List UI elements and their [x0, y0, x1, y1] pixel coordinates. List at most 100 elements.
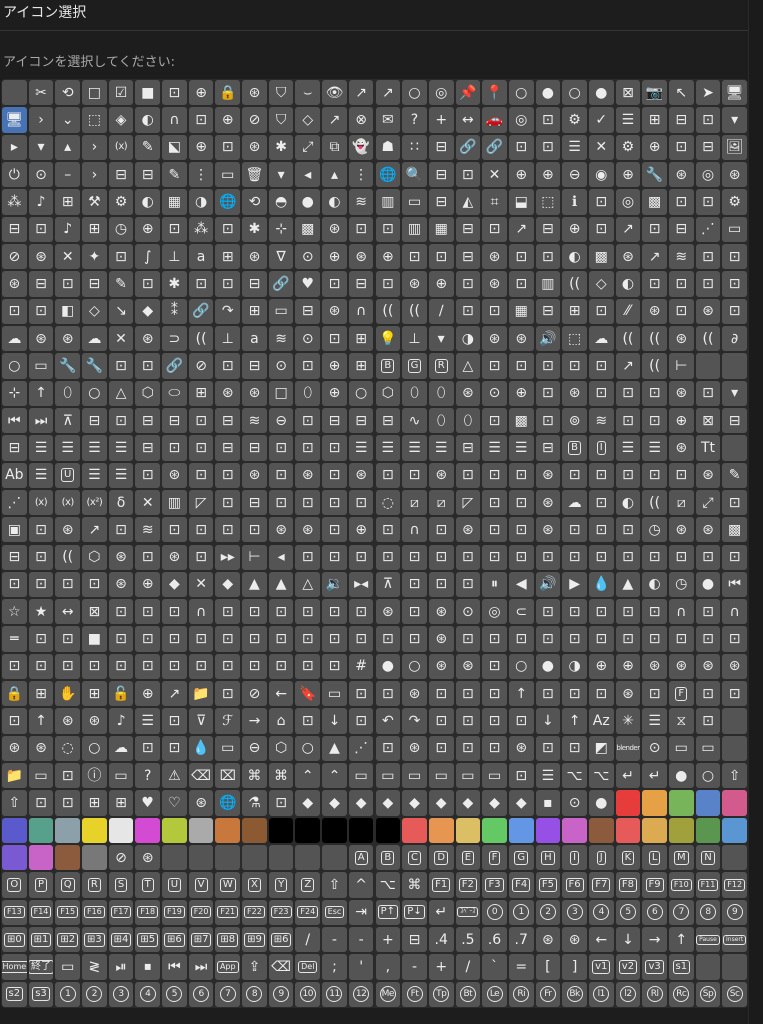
icon-cell[interactable]: ⊛: [215, 380, 241, 406]
icon-cell[interactable]: ◇: [295, 107, 321, 133]
icon-cell[interactable]: ⊡: [588, 517, 614, 543]
icon-cell[interactable]: ⊕: [535, 161, 561, 188]
icon-cell[interactable]: ⊟: [668, 107, 694, 133]
icon-cell[interactable]: ⊡: [508, 353, 534, 379]
icon-cell[interactable]: [28, 845, 54, 871]
icon-cell[interactable]: 🌐: [375, 161, 401, 188]
icon-cell[interactable]: ⊡: [508, 489, 534, 516]
icon-cell[interactable]: ⊡: [508, 243, 534, 270]
icon-cell[interactable]: ✱: [162, 271, 187, 297]
icon-cell[interactable]: ›: [82, 161, 107, 188]
icon-cell[interactable]: ^: [348, 872, 374, 898]
icon-cell[interactable]: ◌: [55, 735, 81, 762]
icon-cell[interactable]: ⌘: [268, 763, 294, 789]
icon-cell[interactable]: ▶: [562, 571, 587, 598]
icon-cell[interactable]: ⊙: [455, 599, 481, 625]
icon-cell[interactable]: ⊛: [55, 517, 81, 543]
icon-cell[interactable]: U: [162, 872, 187, 898]
icon-cell[interactable]: ⌥: [588, 763, 614, 789]
icon-cell[interactable]: ▦: [428, 216, 454, 242]
icon-cell[interactable]: ⌫: [268, 954, 294, 980]
icon-cell[interactable]: 📁: [2, 763, 27, 789]
icon-cell[interactable]: .5: [455, 927, 481, 953]
icon-cell[interactable]: ∩: [402, 517, 427, 543]
icon-cell[interactable]: ›: [82, 134, 107, 160]
icon-cell[interactable]: ⊟: [242, 353, 267, 379]
icon-cell[interactable]: 4: [135, 981, 161, 1007]
icon-cell[interactable]: ⊘: [2, 243, 27, 270]
icon-cell[interactable]: ⊛: [242, 80, 267, 106]
icon-cell[interactable]: ⊛: [108, 571, 134, 598]
icon-cell[interactable]: F18: [135, 899, 161, 926]
icon-cell[interactable]: ℱ: [215, 708, 241, 734]
icon-cell[interactable]: ⊛: [455, 517, 481, 543]
icon-cell[interactable]: ⊞9: [242, 927, 267, 953]
icon-cell[interactable]: 🗑: [242, 161, 267, 188]
icon-cell[interactable]: ⊡: [562, 353, 587, 379]
icon-cell[interactable]: ⊡: [562, 735, 587, 762]
icon-cell[interactable]: ⊞: [242, 298, 267, 324]
icon-cell[interactable]: ⬡: [375, 380, 401, 406]
icon-cell[interactable]: 📌: [455, 80, 481, 106]
icon-cell[interactable]: ⊡: [482, 407, 507, 434]
icon-cell[interactable]: ⊡: [508, 462, 534, 488]
icon-cell[interactable]: Sp: [695, 981, 721, 1007]
icon-cell[interactable]: ≷: [82, 954, 107, 980]
icon-cell[interactable]: ⬕: [162, 134, 187, 160]
icon-cell[interactable]: ⇪: [242, 954, 267, 980]
icon-cell[interactable]: ⊡: [588, 353, 614, 379]
icon-cell[interactable]: ⊡: [28, 790, 54, 816]
icon-cell[interactable]: ⊞5: [135, 927, 161, 953]
icon-cell[interactable]: W: [215, 872, 241, 898]
icon-cell[interactable]: blender: [615, 735, 641, 762]
icon-cell[interactable]: ⊞7: [188, 927, 214, 953]
icon-cell[interactable]: ⌣: [295, 80, 321, 106]
icon-cell[interactable]: ⊡: [695, 189, 721, 215]
icon-cell[interactable]: ☁: [588, 325, 614, 352]
icon-cell[interactable]: P: [28, 872, 54, 898]
icon-cell[interactable]: 6: [188, 981, 214, 1007]
icon-cell[interactable]: ∩: [668, 599, 694, 625]
icon-cell[interactable]: ▭: [482, 763, 507, 789]
icon-cell[interactable]: ⊡: [482, 735, 507, 762]
icon-cell[interactable]: ⊡: [588, 298, 614, 324]
icon-cell[interactable]: ⊟: [135, 435, 161, 461]
icon-cell[interactable]: [348, 817, 374, 844]
icon-cell[interactable]: ⌥: [562, 763, 587, 789]
icon-cell[interactable]: ⊡: [562, 626, 587, 652]
icon-cell[interactable]: ⊙: [295, 325, 321, 352]
icon-cell[interactable]: ⊡: [375, 517, 401, 543]
icon-cell[interactable]: ⊛: [562, 927, 587, 953]
icon-cell[interactable]: ↵: [615, 763, 641, 789]
icon-cell[interactable]: ▩: [295, 216, 321, 242]
icon-cell[interactable]: [482, 817, 507, 844]
icon-cell[interactable]: ⊛: [668, 653, 694, 680]
icon-cell[interactable]: ↑: [668, 927, 694, 953]
icon-cell[interactable]: S: [108, 872, 134, 898]
icon-cell[interactable]: ⤢: [695, 489, 721, 516]
icon-cell[interactable]: ⏭: [188, 954, 214, 980]
icon-cell[interactable]: 🔊: [535, 571, 561, 598]
icon-cell[interactable]: I: [588, 435, 614, 461]
icon-cell[interactable]: ⊡: [482, 653, 507, 680]
icon-cell[interactable]: ⊡: [375, 216, 401, 242]
icon-cell[interactable]: ⊡: [242, 517, 267, 543]
icon-cell[interactable]: [722, 817, 747, 844]
icon-cell[interactable]: ⊡: [348, 599, 374, 625]
icon-cell[interactable]: ⏻: [2, 161, 27, 188]
icon-cell[interactable]: ▩: [642, 189, 667, 215]
icon-cell[interactable]: ⊡: [322, 517, 347, 543]
icon-cell[interactable]: ⏭: [28, 407, 54, 434]
icon-cell[interactable]: ⊡: [482, 353, 507, 379]
icon-cell[interactable]: F15: [55, 899, 81, 926]
icon-cell[interactable]: ⊟: [455, 435, 481, 461]
icon-cell[interactable]: Ft: [402, 981, 427, 1007]
icon-cell[interactable]: ◆: [135, 298, 161, 324]
icon-cell[interactable]: ⊛: [162, 462, 187, 488]
icon-cell[interactable]: ⊕: [135, 681, 161, 707]
icon-cell[interactable]: ↓: [322, 708, 347, 734]
icon-cell[interactable]: ○: [508, 80, 534, 106]
icon-cell[interactable]: ◆: [295, 790, 321, 816]
icon-cell[interactable]: L: [642, 845, 667, 871]
icon-cell[interactable]: ⊡: [242, 626, 267, 652]
